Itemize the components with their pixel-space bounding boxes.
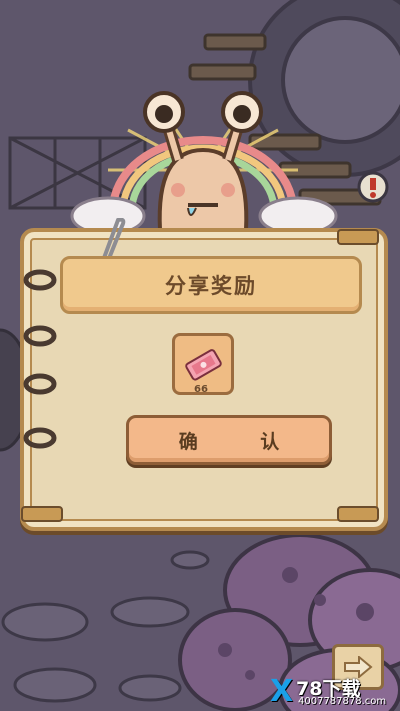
site-watermark: X 78下载 4007787878.com xyxy=(270,674,398,710)
confirm-button-label: 确 认 xyxy=(178,430,308,453)
reward-count: 66 xyxy=(194,384,208,395)
popup-title-bar: 分享奖励 xyxy=(60,256,362,314)
confirm-button[interactable]: 确 认 xyxy=(126,415,332,465)
watermark-x: X xyxy=(270,674,294,709)
game-scene: 分享奖励 66 确 认 X 78下载 4007787878.com xyxy=(0,0,400,711)
popup-title: 分享奖励 xyxy=(165,274,257,298)
watermark-subtitle: 4007787878.com xyxy=(298,696,387,707)
